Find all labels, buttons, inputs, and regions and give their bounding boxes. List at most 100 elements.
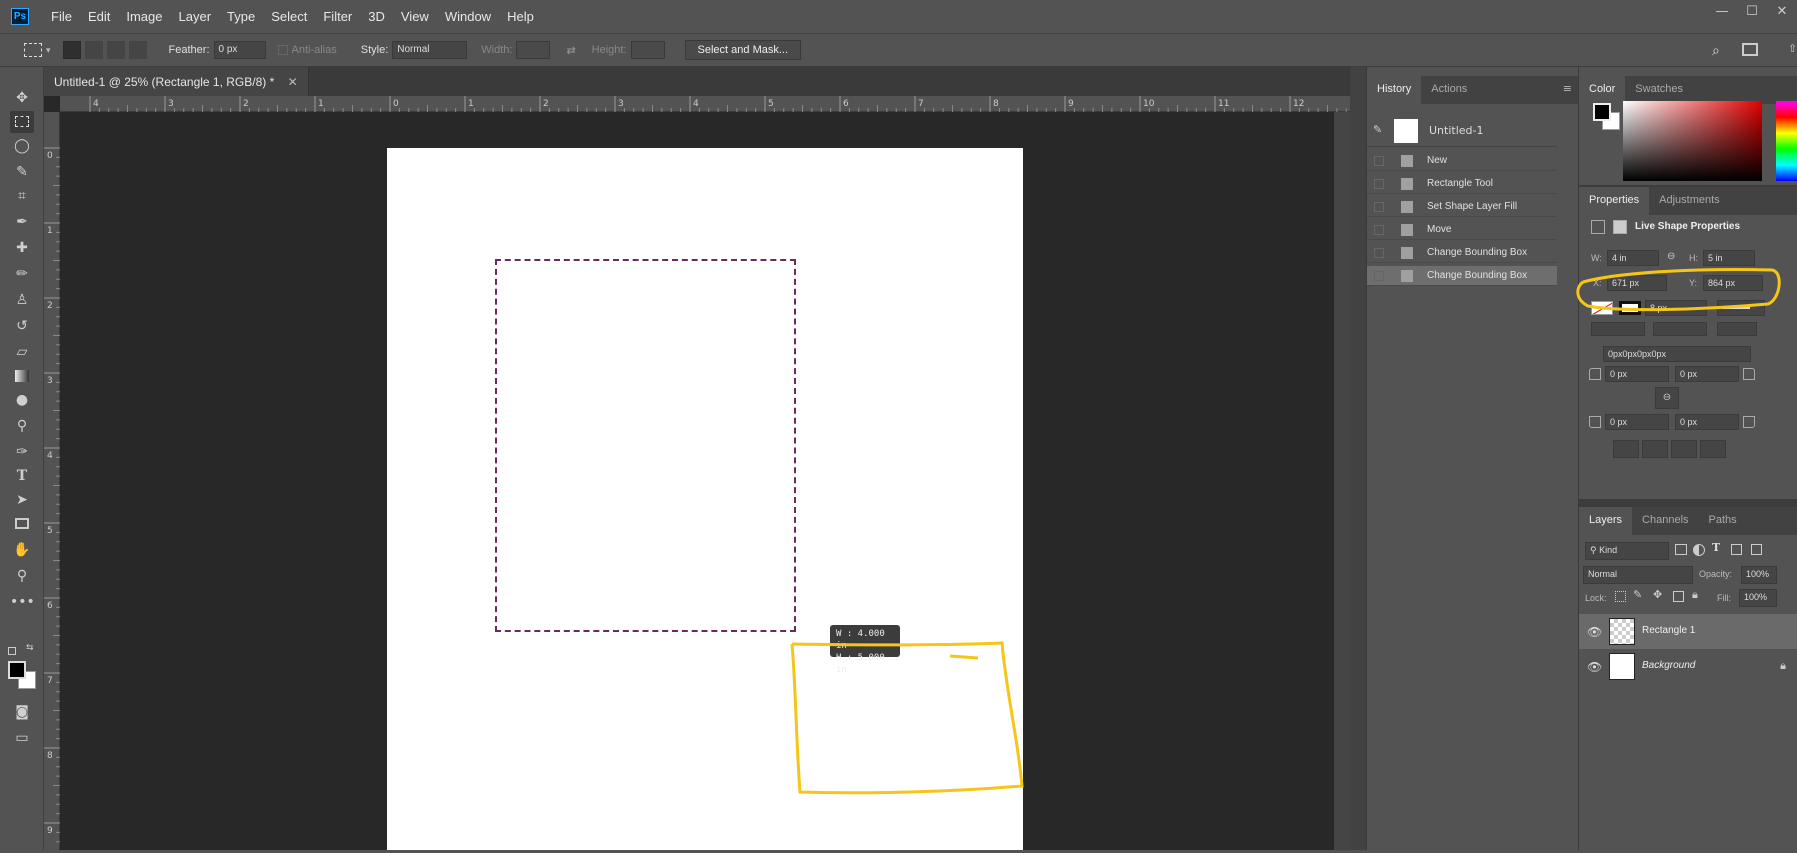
intersect-shapes-button[interactable] xyxy=(1671,440,1697,458)
close-tab-icon[interactable]: ✕ xyxy=(288,75,298,89)
history-step[interactable]: Change Bounding Box xyxy=(1367,266,1557,286)
screen-mode-icon[interactable]: ▭ xyxy=(10,727,34,749)
lock-transparency-icon[interactable] xyxy=(1615,591,1626,602)
menu-layer[interactable]: Layer xyxy=(171,9,220,24)
menu-view[interactable]: View xyxy=(393,9,437,24)
hand-tool-icon[interactable]: ✋ xyxy=(10,539,34,561)
antialias-checkbox[interactable] xyxy=(277,45,288,55)
gradient-tool-icon[interactable] xyxy=(10,365,34,387)
path-selection-tool-icon[interactable]: ➤ xyxy=(10,489,34,511)
feather-input[interactable]: 0 px xyxy=(213,41,266,59)
tab-actions[interactable]: Actions xyxy=(1421,76,1477,104)
height-field[interactable]: 5 in xyxy=(1703,250,1755,266)
vertical-ruler[interactable]: 0 1 2 3 4 5 6 7 8 9 xyxy=(44,112,60,852)
add-selection-button[interactable] xyxy=(84,41,103,59)
menu-window[interactable]: Window xyxy=(437,9,499,24)
filter-type-icon[interactable]: T xyxy=(1712,541,1720,554)
tab-paths[interactable]: Paths xyxy=(1699,507,1747,535)
history-step-checkbox[interactable] xyxy=(1374,248,1384,258)
search-icon[interactable]: ⌕ xyxy=(1712,42,1720,59)
vertical-scrollbar[interactable] xyxy=(1334,112,1350,850)
x-field[interactable]: 671 px xyxy=(1607,275,1667,291)
history-step[interactable]: New xyxy=(1367,151,1557,171)
history-brush-tool-icon[interactable]: ↺ xyxy=(10,315,34,337)
corner-bottom-left-field[interactable]: 0 px xyxy=(1605,414,1669,430)
history-step-checkbox[interactable] xyxy=(1374,179,1384,189)
tab-properties[interactable]: Properties xyxy=(1579,187,1650,215)
marquee-preset-icon[interactable] xyxy=(24,43,42,57)
foreground-color-swatch[interactable] xyxy=(8,661,26,679)
move-tool-icon[interactable]: ✥ xyxy=(10,87,34,109)
subtract-selection-button[interactable] xyxy=(106,41,125,59)
opacity-field[interactable]: 100% xyxy=(1741,566,1777,584)
menu-file[interactable]: File xyxy=(43,9,80,24)
layer-row-rectangle[interactable]: 👁︎ Rectangle 1 xyxy=(1579,614,1797,649)
color-picker-field[interactable] xyxy=(1623,101,1762,181)
visibility-eye-icon[interactable]: 👁︎ xyxy=(1587,625,1602,639)
lock-position-icon[interactable]: ✥ xyxy=(1653,588,1662,601)
stroke-width-field[interactable]: 8 px xyxy=(1645,300,1707,316)
history-step-checkbox[interactable] xyxy=(1374,225,1384,235)
quick-mask-icon[interactable]: ◙ xyxy=(10,701,34,723)
foreground-color-chip[interactable] xyxy=(1593,103,1611,121)
rectangular-marquee-tool-icon[interactable] xyxy=(10,111,34,133)
select-and-mask-button[interactable]: Select and Mask... xyxy=(684,40,802,60)
layer-row-background[interactable]: 👁︎ Background 🔒︎ xyxy=(1579,649,1797,684)
hue-slider[interactable] xyxy=(1776,101,1797,181)
crop-tool-icon[interactable]: ⌗ xyxy=(10,185,34,207)
width-input[interactable] xyxy=(516,41,551,59)
close-window-button[interactable]: ✕ xyxy=(1767,0,1797,26)
stroke-type-select[interactable] xyxy=(1717,300,1765,316)
stroke-swatch[interactable] xyxy=(1619,301,1641,315)
intersect-selection-button[interactable] xyxy=(128,41,147,59)
history-snapshot[interactable]: ✎ Untitled-1 xyxy=(1367,113,1557,147)
chevron-down-icon[interactable]: ▾ xyxy=(46,45,51,56)
y-field[interactable]: 864 px xyxy=(1703,275,1763,291)
lasso-tool-icon[interactable]: ◯ xyxy=(10,135,34,157)
rectangle-tool-icon[interactable] xyxy=(10,513,34,535)
tab-color[interactable]: Color xyxy=(1579,76,1626,104)
style-select[interactable]: Normal xyxy=(392,41,468,59)
menu-image[interactable]: Image xyxy=(118,9,170,24)
history-step-checkbox[interactable] xyxy=(1374,271,1384,281)
layer-name[interactable]: Rectangle 1 xyxy=(1642,625,1695,636)
document-tab[interactable]: Untitled-1 @ 25% (Rectangle 1, RGB/8) * … xyxy=(44,67,309,96)
menu-help[interactable]: Help xyxy=(499,9,542,24)
history-step-checkbox[interactable] xyxy=(1374,156,1384,166)
menu-select[interactable]: Select xyxy=(263,9,315,24)
link-dimensions-icon[interactable]: ⊖ xyxy=(1667,251,1675,262)
filter-smart-object-icon[interactable] xyxy=(1751,544,1762,555)
history-step[interactable]: Set Shape Layer Fill xyxy=(1367,197,1557,217)
tab-channels[interactable]: Channels xyxy=(1632,507,1698,535)
tab-adjustments[interactable]: Adjustments xyxy=(1649,187,1730,215)
clone-stamp-tool-icon[interactable]: ♙ xyxy=(10,289,34,311)
subtract-front-shape-button[interactable] xyxy=(1642,440,1668,458)
corner-top-left-field[interactable]: 0 px xyxy=(1605,366,1669,382)
combine-shapes-button[interactable] xyxy=(1613,440,1639,458)
width-field[interactable]: 4 in xyxy=(1607,250,1659,266)
lock-artboard-icon[interactable] xyxy=(1673,591,1684,602)
eyedropper-tool-icon[interactable]: ✒ xyxy=(10,211,34,233)
menu-type[interactable]: Type xyxy=(219,9,263,24)
fill-none-swatch[interactable] xyxy=(1591,301,1613,315)
corner-radius-combined-field[interactable]: 0px0px0px0px xyxy=(1603,346,1751,362)
tab-swatches[interactable]: Swatches xyxy=(1625,76,1693,104)
quick-selection-tool-icon[interactable]: ✎ xyxy=(10,161,34,183)
maximize-button[interactable]: ☐ xyxy=(1737,0,1767,26)
stroke-corners-select[interactable] xyxy=(1717,322,1757,336)
corner-bottom-right-field[interactable]: 0 px xyxy=(1675,414,1739,430)
workspace-icon[interactable] xyxy=(1742,43,1758,56)
panel-menu-icon[interactable]: ≡ xyxy=(1557,76,1578,104)
history-step[interactable]: Move xyxy=(1367,220,1557,240)
blur-tool-icon[interactable]: ● xyxy=(10,389,34,411)
align-stroke-select[interactable] xyxy=(1591,322,1645,336)
lock-all-icon[interactable]: 🔒︎ xyxy=(1692,588,1698,602)
history-step-checkbox[interactable] xyxy=(1374,202,1384,212)
tab-history[interactable]: History xyxy=(1367,76,1422,104)
history-brush-source-icon[interactable]: ✎ xyxy=(1373,123,1382,136)
layer-name[interactable]: Background xyxy=(1642,660,1695,671)
filter-pixel-icon[interactable] xyxy=(1675,544,1687,555)
swap-colors-icon[interactable]: ⇆ xyxy=(26,643,34,653)
healing-brush-tool-icon[interactable]: ✚ xyxy=(10,237,34,259)
minimize-button[interactable]: — xyxy=(1707,0,1737,26)
